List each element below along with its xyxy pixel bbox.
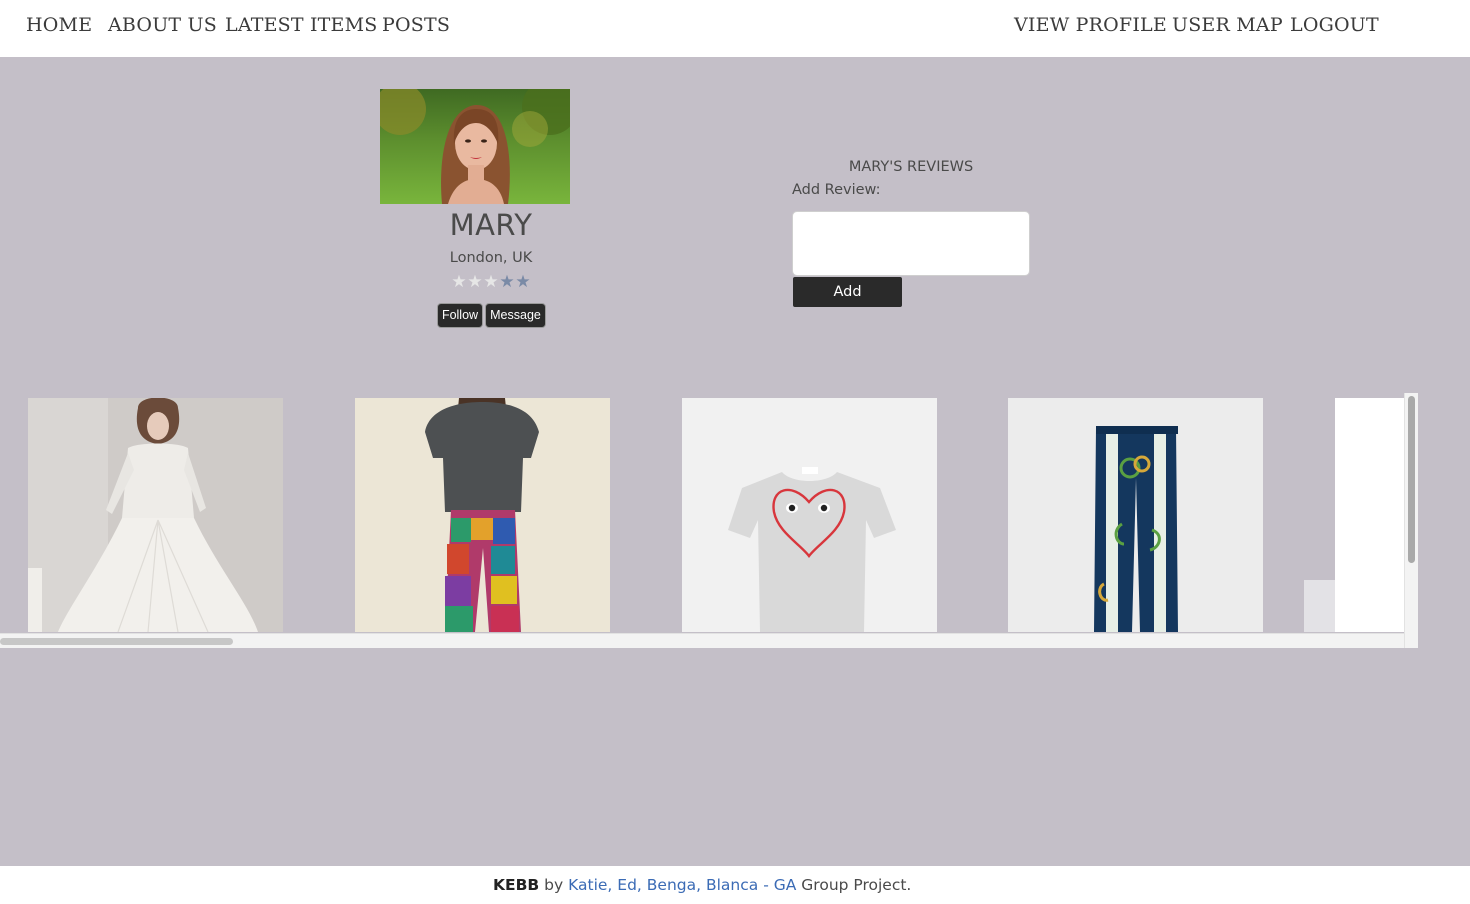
add-review-label: Add Review:: [792, 182, 881, 198]
nav-view-profile-link[interactable]: VIEW PROFILE: [1014, 14, 1167, 36]
star-filled-icon: ★: [451, 272, 467, 292]
footer-author-blanca-link[interactable]: Blanca: [706, 876, 758, 894]
striped-snake-print-trousers-photo: [1008, 398, 1263, 632]
item-card[interactable]: [28, 398, 283, 632]
footer-suffix: Group Project.: [796, 876, 912, 894]
add-review-button[interactable]: Add: [793, 277, 902, 307]
item-card[interactable]: [1008, 398, 1263, 632]
nav-logout-link[interactable]: LOGOUT: [1290, 14, 1379, 36]
follow-button[interactable]: Follow: [437, 303, 483, 328]
profile-name: MARY: [449, 208, 533, 242]
footer-by: by: [539, 876, 569, 894]
footer-brand: KEBB: [493, 876, 540, 894]
heart-tshirt-photo: [682, 398, 937, 632]
profile-location: London, UK: [449, 250, 533, 266]
footer-dash: -: [758, 876, 774, 894]
footer-sep: ,: [636, 876, 647, 894]
nav-user-map-link[interactable]: USER MAP: [1172, 14, 1283, 36]
vertical-scrollbar-thumb[interactable]: [1408, 396, 1415, 563]
message-button[interactable]: Message: [485, 303, 546, 328]
footer-credits: KEBB by Katie, Ed, Benga, Blanca - GA Gr…: [493, 876, 911, 894]
partially-visible-item-photo: [1304, 398, 1404, 632]
item-card[interactable]: [682, 398, 937, 632]
nav-latest-items-link[interactable]: LATEST ITEMS: [225, 14, 378, 36]
nav-home-link[interactable]: HOME: [26, 14, 92, 36]
white-lace-wedding-dress-photo: [28, 398, 283, 632]
horizontal-scrollbar-thumb[interactable]: [0, 638, 233, 645]
nav-posts-link[interactable]: POSTS: [382, 14, 450, 36]
items-carousel: [0, 393, 1418, 648]
review-textarea[interactable]: [792, 211, 1030, 276]
footer: KEBB by Katie, Ed, Benga, Blanca - GA Gr…: [0, 866, 1470, 904]
item-card[interactable]: [1304, 398, 1404, 632]
star-rating: ★ ★ ★ ★ ★: [451, 272, 531, 292]
footer-ga-link[interactable]: GA: [774, 876, 797, 894]
star-filled-icon: ★: [483, 272, 499, 292]
vertical-scrollbar[interactable]: [1404, 393, 1418, 648]
nav-about-link[interactable]: ABOUT US: [108, 14, 217, 36]
star-filled-icon: ★: [467, 272, 483, 292]
star-empty-icon: ★: [515, 272, 531, 292]
footer-sep: ,: [696, 876, 706, 894]
profile-avatar: [380, 89, 570, 204]
footer-author-ed-link[interactable]: Ed: [617, 876, 637, 894]
footer-sep: ,: [607, 876, 618, 894]
star-empty-icon: ★: [499, 272, 515, 292]
item-card[interactable]: [355, 398, 610, 632]
footer-author-benga-link[interactable]: Benga: [647, 876, 696, 894]
reviews-title: MARY'S REVIEWS: [848, 159, 974, 175]
patchwork-trousers-photo: [355, 398, 610, 632]
horizontal-scrollbar[interactable]: [0, 633, 1404, 648]
top-navbar: HOME ABOUT US LATEST ITEMS POSTS VIEW PR…: [0, 0, 1470, 57]
footer-author-katie-link[interactable]: Katie: [568, 876, 607, 894]
